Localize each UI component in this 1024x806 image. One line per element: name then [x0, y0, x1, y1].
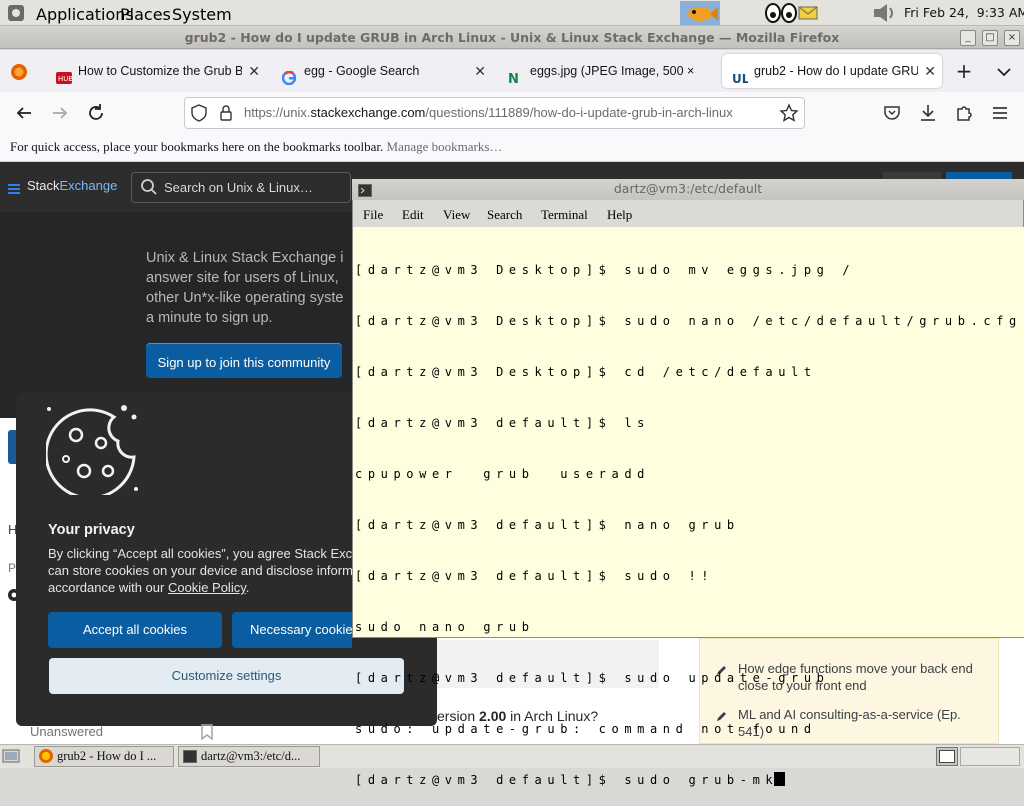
- minimize-button[interactable]: _: [960, 30, 976, 46]
- app-menu-icon[interactable]: [990, 103, 1010, 123]
- pocket-icon[interactable]: [882, 103, 902, 123]
- svg-text:N: N: [508, 72, 519, 85]
- terminal-menu-search[interactable]: Search: [487, 207, 522, 223]
- bookmark-star-icon[interactable]: [779, 103, 799, 123]
- cookie-dialog-text: By clicking “Accept all cookies”, you ag…: [48, 546, 353, 595]
- sidebar-p-partial: P: [8, 561, 17, 575]
- list-all-tabs-icon[interactable]: [994, 62, 1014, 82]
- terminal-line: [dartz@vm3 default]$ sudo update-grub: [355, 671, 830, 685]
- tab-label: egg - Google Search: [304, 64, 420, 78]
- downloads-icon[interactable]: [918, 103, 938, 123]
- unanswered-nav-item[interactable]: Unanswered: [30, 724, 103, 739]
- panel-clock[interactable]: Fri Feb 24, 9:33 AM: [904, 5, 1024, 20]
- terminal-line: [dartz@vm3 default]$ nano grub: [355, 518, 740, 532]
- accept-all-cookies-button[interactable]: Accept all cookies: [48, 612, 222, 648]
- terminal-line: cpupower grub useradd: [355, 467, 650, 481]
- foot-menu-icon[interactable]: [6, 3, 26, 23]
- hamburger-icon[interactable]: [8, 180, 20, 194]
- unix-linux-icon: UL: [732, 64, 750, 86]
- extensions-icon[interactable]: [954, 103, 974, 123]
- terminal-line: sudo: update-grub: command not found: [355, 722, 817, 736]
- hub-icon: HUB: [56, 64, 73, 84]
- text-cursor: [774, 772, 786, 786]
- signup-button[interactable]: Sign up to join this community: [146, 343, 342, 378]
- terminal-line: sudo nano grub: [355, 620, 535, 634]
- terminal-line: [dartz@vm3 Desktop]$ cd /etc/default: [355, 365, 817, 379]
- tab-grub2-question[interactable]: UL grub2 - How do I update GRUB ✕: [722, 54, 942, 88]
- bookmarks-message: For quick access, place your bookmarks h…: [10, 139, 384, 154]
- customize-settings-button[interactable]: Customize settings: [49, 658, 404, 694]
- reload-button[interactable]: [83, 100, 109, 126]
- tab-eggs-image[interactable]: N eggs.jpg (JPEG Image, 500 × 5(: [498, 54, 718, 88]
- volume-icon[interactable]: [872, 3, 898, 23]
- necessary-cookies-button[interactable]: Necessary cookies: [232, 612, 352, 648]
- tab-customize-grub[interactable]: HUB How to Customize the Grub Bo ✕: [46, 54, 266, 88]
- workspace-switcher[interactable]: [936, 747, 958, 766]
- terminal-title: dartz@vm3:/etc/default: [352, 179, 1024, 200]
- terminal-menu-view[interactable]: View: [443, 207, 470, 223]
- places-menu[interactable]: Places: [120, 5, 171, 24]
- maximize-button[interactable]: □: [982, 30, 998, 46]
- terminal-menu-help[interactable]: Help: [607, 207, 632, 223]
- new-tab-button[interactable]: +: [954, 60, 974, 82]
- close-tab-icon[interactable]: ✕: [924, 54, 936, 88]
- fish-applet-icon[interactable]: [680, 1, 720, 25]
- search-icon: [140, 178, 158, 196]
- firefox-window-title: grub2 - How do I update GRUB in Arch Lin…: [0, 27, 1024, 49]
- site-search-input[interactable]: Search on Unix & Linux…: [131, 172, 351, 203]
- terminal-line: [dartz@vm3 default]$ sudo grub-mk: [355, 773, 779, 787]
- manage-bookmarks-link[interactable]: Manage bookmarks…: [387, 139, 503, 154]
- terminal-line: [dartz@vm3 Desktop]$ sudo nano /etc/defa…: [355, 314, 1022, 328]
- tracking-shield-icon[interactable]: [191, 104, 207, 122]
- forward-button[interactable]: [47, 100, 73, 126]
- terminal-menu-file[interactable]: File: [363, 207, 383, 223]
- terminal-icon: [183, 750, 197, 763]
- close-window-button[interactable]: ×: [1004, 30, 1020, 46]
- tab-label: grub2 - How do I update GRUB: [754, 64, 918, 78]
- bookmarks-toolbar: For quick access, place your bookmarks h…: [0, 134, 1024, 162]
- mail-applet-icon[interactable]: [798, 5, 818, 21]
- terminal-line: [dartz@vm3 default]$ sudo !!: [355, 569, 715, 583]
- back-button[interactable]: [11, 100, 37, 126]
- workspace-2[interactable]: [960, 747, 1020, 766]
- close-tab-icon[interactable]: ✕: [474, 54, 486, 88]
- image-icon: N: [508, 64, 522, 87]
- stackexchange-logo[interactable]: StackExchange: [27, 178, 117, 193]
- close-tab-icon[interactable]: ✕: [248, 54, 260, 88]
- terminal-output: [dartz@vm3 Desktop]$ sudo mv eggs.jpg / …: [355, 228, 1022, 806]
- taskbar-item-terminal[interactable]: dartz@vm3:/etc/d...: [178, 746, 320, 767]
- terminal-menu-terminal[interactable]: Terminal: [541, 207, 588, 223]
- terminal-menu-edit[interactable]: Edit: [402, 207, 424, 223]
- cookie-policy-link[interactable]: Cookie Policy: [168, 580, 246, 595]
- terminal-line: [dartz@vm3 Desktop]$ sudo mv eggs.jpg /: [355, 263, 856, 277]
- show-desktop-icon[interactable]: [2, 747, 20, 765]
- tab-label: How to Customize the Grub Bo: [78, 64, 242, 78]
- cookie-dialog-title: Your privacy: [48, 522, 135, 538]
- taskbar-item-firefox[interactable]: grub2 - How do I ...: [34, 746, 174, 767]
- eyes-applet-icon: [765, 3, 797, 23]
- lock-icon[interactable]: [219, 104, 233, 122]
- tab-google-search[interactable]: egg - Google Search ✕: [272, 54, 492, 88]
- firefox-icon: [39, 749, 53, 763]
- system-menu[interactable]: System: [172, 5, 232, 24]
- terminal-window-icon: [358, 182, 372, 197]
- url-text[interactable]: https://unix.stackexchange.com/questions…: [244, 105, 733, 120]
- terminal-line: [dartz@vm3 default]$ ls: [355, 416, 650, 430]
- firefox-view-icon[interactable]: [10, 63, 28, 81]
- google-icon: [281, 64, 297, 86]
- tab-label: eggs.jpg (JPEG Image, 500 × 5(: [530, 64, 694, 78]
- hero-text: Unix & Linux Stack Exchange i answer sit…: [146, 250, 344, 326]
- bookmark-icon[interactable]: [200, 724, 214, 741]
- svg-text:UL: UL: [732, 72, 748, 85]
- svg-text:HUB: HUB: [58, 75, 72, 83]
- cookie-icon: [44, 403, 140, 500]
